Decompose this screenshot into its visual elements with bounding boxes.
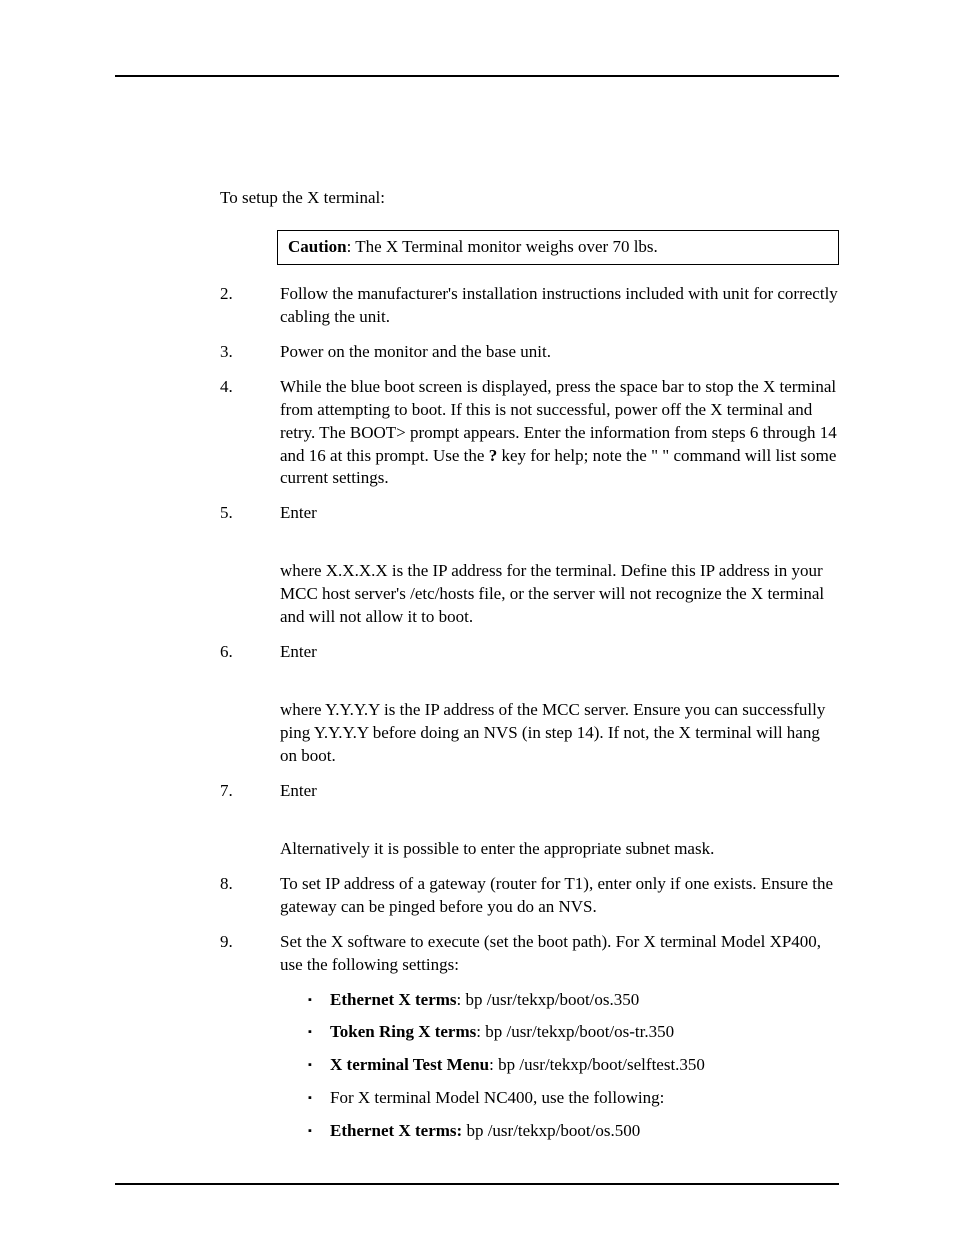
step-6: Enter where Y.Y.Y.Y is the IP address of… [220,641,839,768]
step-6-text: Enter [280,642,317,661]
step-7: Enter Alternatively it is possible to en… [220,780,839,861]
list-item: Ethernet X terms: bp /usr/tekxp/boot/os.… [308,989,839,1012]
list-item: Ethernet X terms: bp /usr/tekxp/boot/os.… [308,1120,839,1143]
step-9: Set the X software to execute (set the b… [220,931,839,1144]
step-3: Power on the monitor and the base unit. [220,341,839,364]
step-5-text: Enter [280,503,317,522]
bullet-text: : bp /usr/tekxp/boot/selftest.350 [489,1055,705,1074]
step-8-text: To set IP address of a gateway (router f… [280,874,833,916]
step-7-sub: Alternatively it is possible to enter th… [280,838,839,861]
step-4: While the blue boot screen is displayed,… [220,376,839,491]
bullet-text: For X terminal Model NC400, use the foll… [330,1088,664,1107]
step-5-sub: where X.X.X.X is the IP address for the … [280,560,839,629]
bullet-text: : bp /usr/tekxp/boot/os-tr.350 [476,1022,674,1041]
steps-list: Follow the manufacturer's installation i… [220,283,839,1143]
bullet-label: X terminal Test Menu [330,1055,489,1074]
bullet-text: : bp /usr/tekxp/boot/os.350 [457,990,640,1009]
step-2-text: Follow the manufacturer's installation i… [280,284,838,326]
list-item: Token Ring X terms: bp /usr/tekxp/boot/o… [308,1021,839,1044]
caution-box: Caution: The X Terminal monitor weighs o… [277,230,839,265]
step-2: Follow the manufacturer's installation i… [220,283,839,329]
step-6-sub: where Y.Y.Y.Y is the IP address of the M… [280,699,839,768]
step-9-text: Set the X software to execute (set the b… [280,932,821,974]
header-rule [115,75,839,77]
step-8: To set IP address of a gateway (router f… [220,873,839,919]
bullet-label: Ethernet X terms [330,990,457,1009]
bullet-label: Ethernet X terms: [330,1121,462,1140]
footer-rule [115,1183,839,1185]
bullet-text: bp /usr/tekxp/boot/os.500 [462,1121,640,1140]
step-7-text: Enter [280,781,317,800]
caution-text: : The X Terminal monitor weighs over 70 … [347,237,658,256]
list-item: X terminal Test Menu: bp /usr/tekxp/boot… [308,1054,839,1077]
step-9-bullets: Ethernet X terms: bp /usr/tekxp/boot/os.… [280,989,839,1144]
intro-text: To setup the X terminal: [220,187,839,210]
caution-label: Caution [288,237,347,256]
list-item: For X terminal Model NC400, use the foll… [308,1087,839,1110]
step-3-text: Power on the monitor and the base unit. [280,342,551,361]
step-5: Enter where X.X.X.X is the IP address fo… [220,502,839,629]
step-4-key: ? [489,446,498,465]
bullet-label: Token Ring X terms [330,1022,476,1041]
